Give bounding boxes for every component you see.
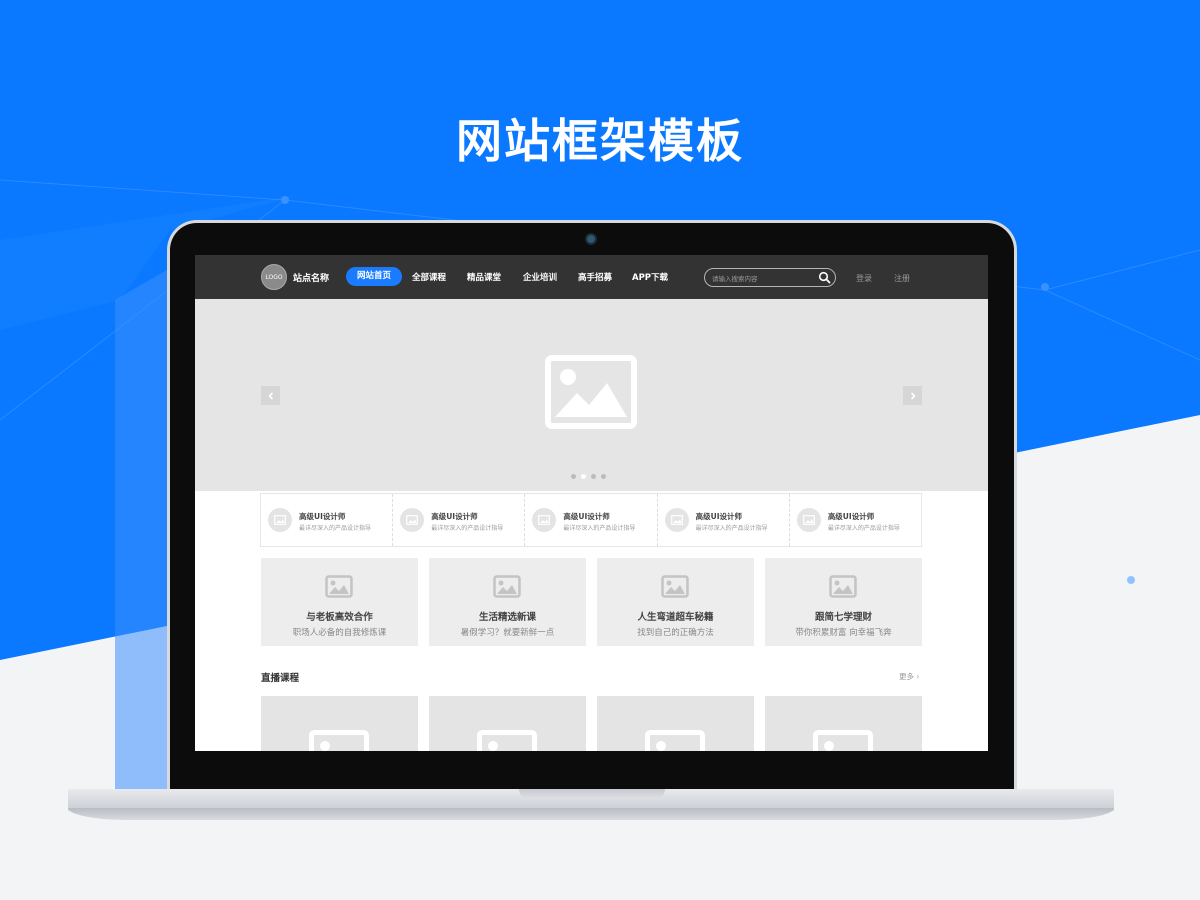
feature-item[interactable]: 高级UI设计师 最详尽深入的产品设计指导 bbox=[525, 494, 658, 546]
image-icon bbox=[400, 508, 425, 532]
live-course-card[interactable] bbox=[261, 696, 418, 751]
image-placeholder-icon bbox=[325, 575, 353, 598]
feature-title: 高级UI设计师 bbox=[563, 512, 610, 521]
image-icon bbox=[268, 508, 292, 532]
promo-card[interactable]: 人生弯道超车秘籍 找到自己的正确方法 bbox=[597, 558, 754, 646]
chevron-right-icon bbox=[910, 391, 916, 400]
card-subtitle: 职场人必备的自我修炼课 bbox=[292, 628, 387, 638]
image-icon bbox=[796, 508, 821, 532]
image-placeholder-icon bbox=[545, 355, 637, 429]
image-placeholder-icon bbox=[493, 575, 521, 598]
feature-item[interactable]: 高级UI设计师 最详尽深入的产品设计指导 bbox=[393, 494, 526, 546]
image-placeholder-icon bbox=[645, 730, 705, 751]
search-placeholder: 请输入搜索内容 bbox=[712, 275, 758, 283]
carousel-dot-active[interactable] bbox=[581, 474, 586, 479]
nav-item-all-courses[interactable]: 全部课程 bbox=[412, 271, 446, 283]
nav-item-recruit[interactable]: 高手招募 bbox=[578, 271, 612, 283]
feature-item[interactable]: 高级UI设计师 最详尽深入的产品设计指导 bbox=[790, 494, 921, 546]
image-placeholder-icon bbox=[829, 575, 857, 598]
card-title: 与老板高效合作 bbox=[306, 612, 373, 623]
headline: 网站框架模板 bbox=[456, 114, 744, 168]
promo-card[interactable]: 与老板高效合作 职场人必备的自我修炼课 bbox=[261, 558, 418, 646]
feature-title: 高级UI设计师 bbox=[827, 512, 875, 521]
image-placeholder-icon bbox=[813, 730, 873, 751]
nav-item-app[interactable]: APP下载 bbox=[632, 271, 668, 283]
banner-carousel[interactable] bbox=[195, 299, 988, 491]
feature-subtitle: 最详尽深入的产品设计指导 bbox=[827, 525, 900, 532]
image-placeholder-icon bbox=[661, 575, 689, 598]
chevron-left-icon bbox=[267, 391, 273, 400]
image-icon bbox=[664, 508, 689, 532]
live-course-card[interactable] bbox=[597, 696, 754, 751]
feature-item[interactable]: 高级UI设计师 最详尽深入的产品设计指导 bbox=[261, 494, 394, 546]
feature-strip: 高级UI设计师 最详尽深入的产品设计指导 高级UI设计师 最详尽深入的产品设计指… bbox=[260, 493, 922, 547]
card-title: 生活精选新课 bbox=[478, 612, 536, 623]
card-subtitle: 暑假学习？就要新鲜一点 bbox=[460, 628, 555, 638]
search-icon[interactable] bbox=[818, 271, 831, 284]
card-subtitle: 找到自己的正确方法 bbox=[637, 628, 714, 638]
more-link[interactable]: 更多 › bbox=[899, 671, 919, 682]
feature-title: 高级UI设计师 bbox=[299, 512, 346, 521]
nav-item-premium[interactable]: 精品课堂 bbox=[467, 271, 501, 283]
card-title: 人生弯道超车秘籍 bbox=[637, 612, 714, 623]
live-section-title: 直播课程 bbox=[261, 673, 300, 684]
image-placeholder-icon bbox=[477, 730, 537, 751]
carousel-dot[interactable] bbox=[571, 474, 576, 479]
laptop-base-edge bbox=[68, 808, 1114, 820]
feature-subtitle: 最详尽深入的产品设计指导 bbox=[299, 525, 372, 532]
carousel-next-button[interactable] bbox=[903, 386, 922, 405]
feature-item[interactable]: 高级UI设计师 最详尽深入的产品设计指导 bbox=[658, 494, 790, 546]
image-placeholder-icon bbox=[309, 730, 369, 751]
carousel-dots bbox=[571, 474, 606, 479]
top-navigation: LOGO 站点名称 网站首页 全部课程 精品课堂 企业培训 高手招募 APP下载… bbox=[195, 255, 988, 299]
card-subtitle: 带你积累财富 向幸福飞奔 bbox=[795, 628, 892, 638]
nav-item-enterprise[interactable]: 企业培训 bbox=[523, 271, 557, 283]
website-screen: LOGO 站点名称 网站首页 全部课程 精品课堂 企业培训 高手招募 APP下载… bbox=[195, 255, 988, 751]
search-input[interactable]: 请输入搜索内容 bbox=[704, 268, 836, 287]
feature-subtitle: 最详尽深入的产品设计指导 bbox=[563, 525, 636, 532]
feature-title: 高级UI设计师 bbox=[695, 512, 742, 521]
feature-subtitle: 最详尽深入的产品设计指导 bbox=[695, 525, 768, 532]
feature-subtitle: 最详尽深入的产品设计指导 bbox=[431, 525, 504, 532]
image-icon bbox=[532, 508, 557, 532]
login-link[interactable]: 登录 bbox=[856, 273, 872, 284]
feature-title: 高级UI设计师 bbox=[431, 512, 478, 521]
site-name[interactable]: 站点名称 bbox=[293, 271, 329, 284]
promo-card[interactable]: 生活精选新课 暑假学习？就要新鲜一点 bbox=[429, 558, 586, 646]
promo-card[interactable]: 跟简七学理财 带你积累财富 向幸福飞奔 bbox=[765, 558, 922, 646]
laptop-notch bbox=[519, 789, 665, 799]
register-link[interactable]: 注册 bbox=[894, 273, 910, 284]
live-course-card[interactable] bbox=[429, 696, 586, 751]
card-title: 跟简七学理财 bbox=[814, 612, 872, 623]
carousel-dot[interactable] bbox=[601, 474, 606, 479]
nav-item-home[interactable]: 网站首页 bbox=[346, 267, 403, 286]
camera-icon bbox=[587, 235, 595, 243]
carousel-prev-button[interactable] bbox=[261, 386, 280, 405]
logo[interactable]: LOGO bbox=[261, 264, 287, 290]
live-course-card[interactable] bbox=[765, 696, 922, 751]
carousel-dot[interactable] bbox=[591, 474, 596, 479]
